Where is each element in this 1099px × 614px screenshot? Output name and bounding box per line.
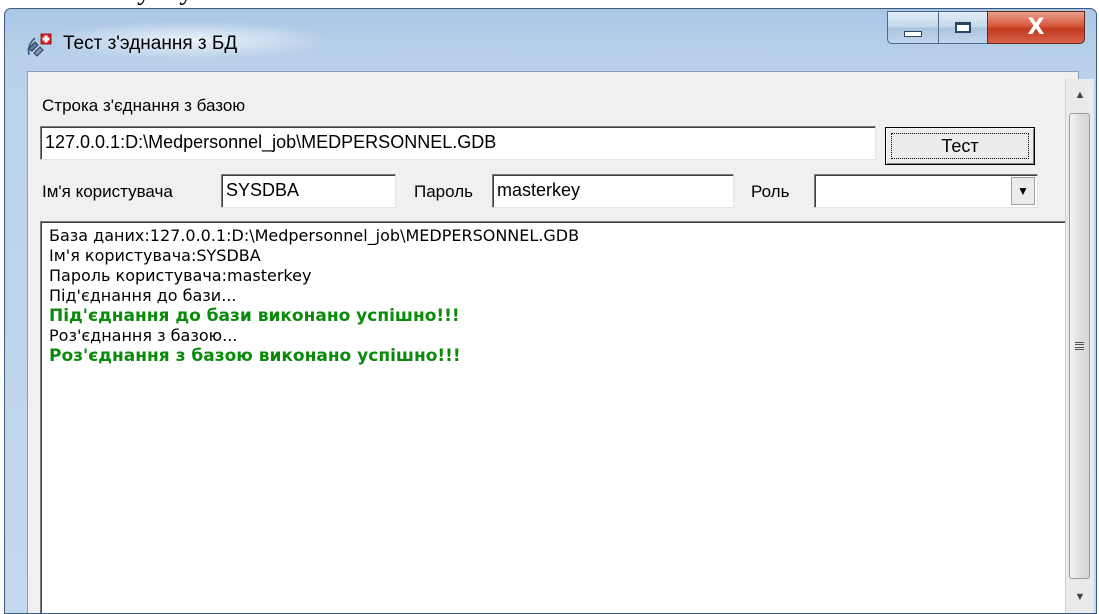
log-line: Роз'єднання з базою... [49, 326, 238, 345]
grip-icon [1075, 341, 1084, 351]
log-line: Під'єднання до бази... [49, 286, 237, 305]
username-label: Ім'я користувача [42, 182, 173, 201]
title-bar[interactable]: Тест з'эднання з БД X [5, 9, 1096, 71]
username-input[interactable]: SYSDBA [221, 174, 396, 208]
app-window: Тест з'эднання з БД X Строка з'єднання з… [4, 8, 1097, 614]
close-icon: X [1027, 15, 1045, 40]
log-line: Ім'я користувача:SYSDBA [49, 246, 261, 265]
test-button[interactable]: Тест [885, 127, 1035, 165]
password-input[interactable]: masterkey [492, 174, 734, 208]
maximize-button[interactable] [938, 11, 988, 44]
maximize-icon [955, 22, 971, 33]
window-title: Тест з'эднання з БД [63, 33, 238, 54]
role-select[interactable]: ▼ [814, 174, 1038, 208]
scrollbar-thumb[interactable] [1069, 113, 1090, 579]
log-line-success: Роз'єднання з базою виконано успішно!!! [49, 346, 461, 366]
scroll-up-arrow-icon[interactable]: ▲ [1066, 79, 1094, 111]
log-output[interactable]: База даних:127.0.0.1:D:\Medpersonnel_job… [40, 221, 1068, 613]
vertical-scrollbar[interactable]: ▲ ▼ [1065, 79, 1094, 613]
form-client-area: Строка з'єднання з базою 127.0.0.1:D:\Me… [27, 71, 1079, 613]
log-line: Пароль користувача:masterkey [49, 266, 312, 285]
close-button[interactable]: X [987, 11, 1085, 44]
role-label: Роль [751, 182, 790, 201]
scroll-down-arrow-icon[interactable]: ▼ [1066, 581, 1094, 613]
document-caption: нтк. На Рисунку 4.1 показане її головне … [0, 0, 1099, 8]
log-line-success: Під'єднання до бази виконано успішно!!! [49, 306, 460, 326]
connection-string-input[interactable]: 127.0.0.1:D:\Medpersonnel_job\MEDPERSONN… [40, 126, 876, 160]
password-label: Пароль [414, 182, 473, 201]
minimize-icon [904, 30, 922, 37]
database-connection-icon [25, 31, 53, 59]
minimize-button[interactable] [887, 11, 939, 44]
dropdown-arrow-icon[interactable]: ▼ [1011, 177, 1035, 205]
log-line: База даних:127.0.0.1:D:\Medpersonnel_job… [49, 226, 580, 245]
connection-string-label: Строка з'єднання з базою [42, 96, 246, 115]
